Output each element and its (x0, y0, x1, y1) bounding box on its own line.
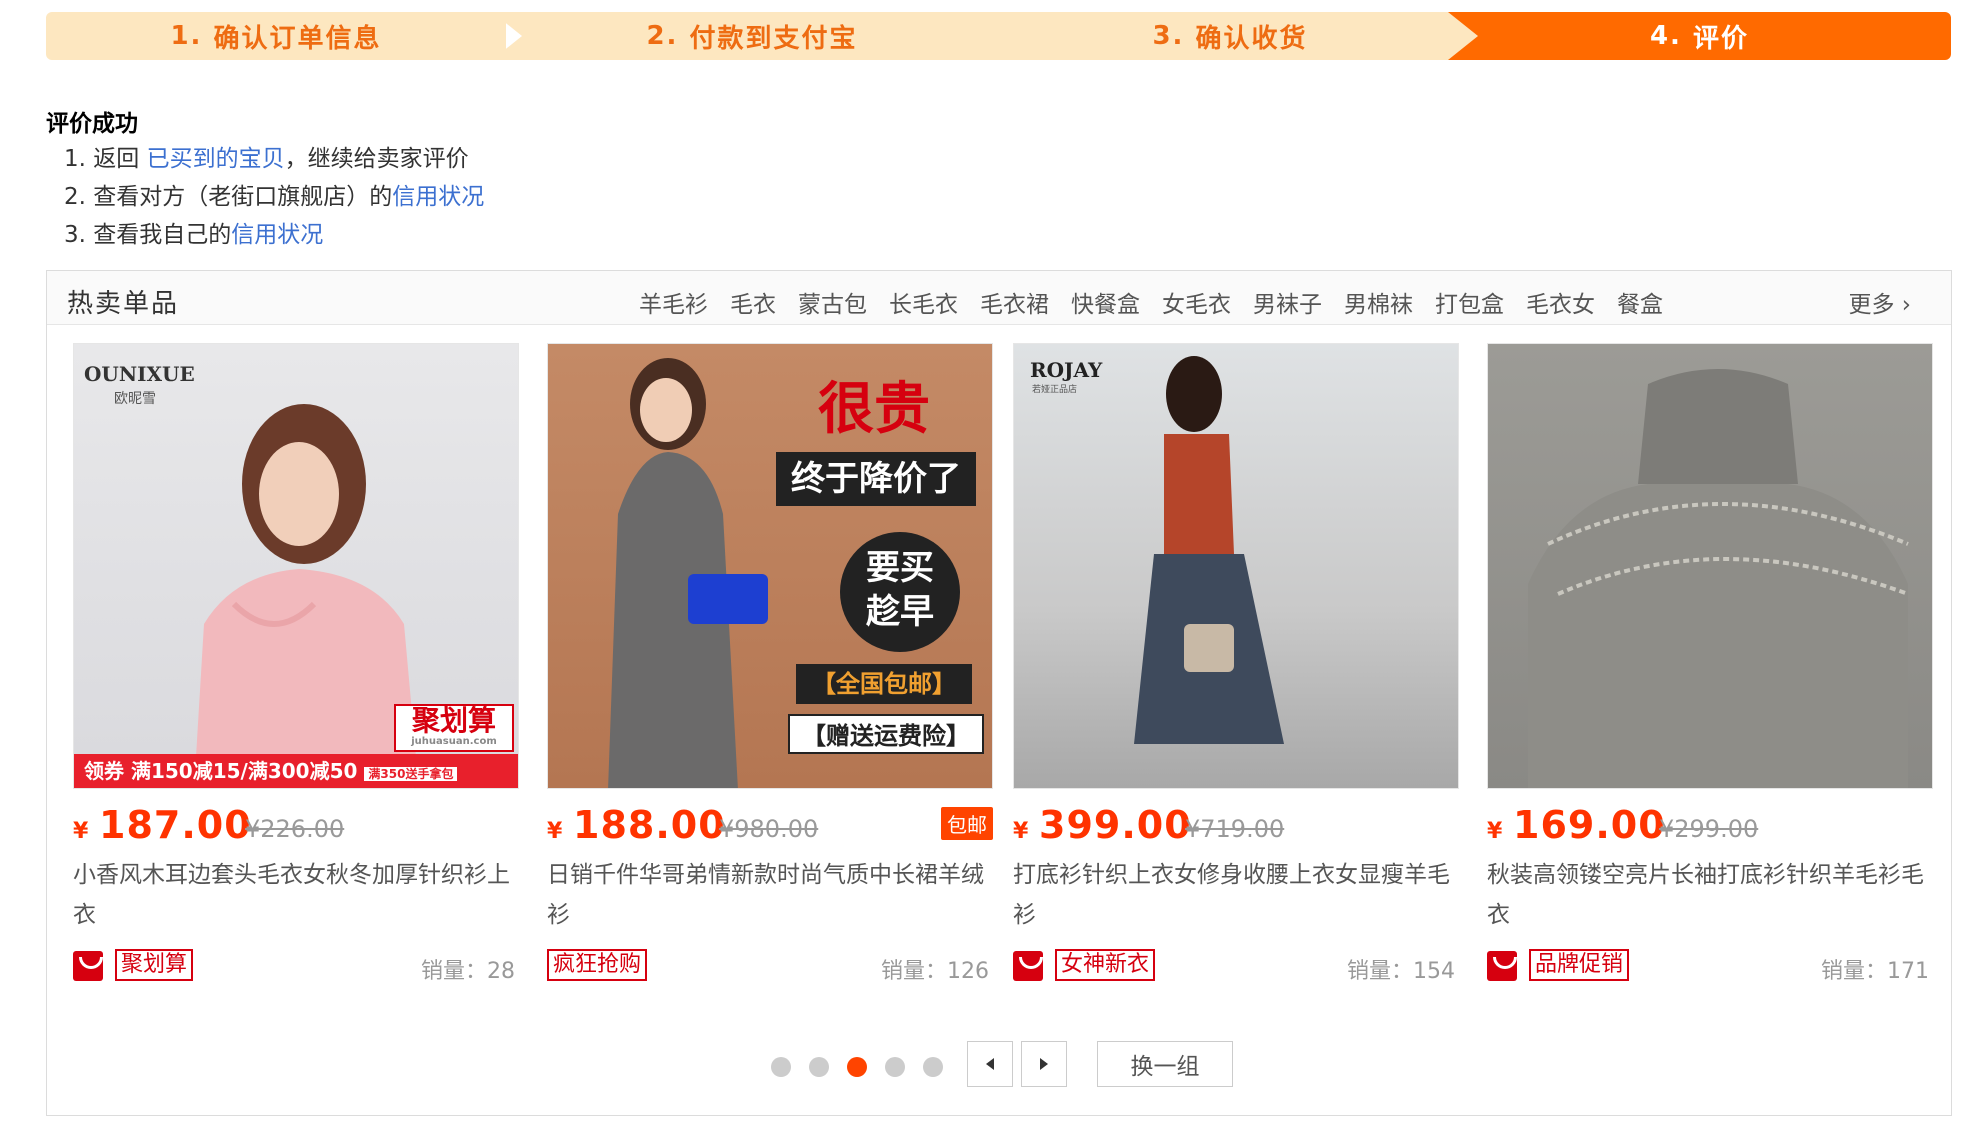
tag-link[interactable]: 男棉袜 (1344, 285, 1413, 319)
price-row: ¥ 187.00 ¥226.00 (73, 797, 519, 853)
promo-icon (1013, 951, 1043, 981)
bought-items-link[interactable]: 已买到的宝贝 (147, 146, 285, 172)
order-progress-steps: 1. 确认订单信息 2. 付款到支付宝 3. 确认收货 4. 评价 (46, 12, 1951, 60)
original-price: ¥980.00 (719, 815, 819, 843)
promo-label: 女神新衣 (1055, 949, 1156, 981)
step-confirm-receipt: 3. 确认收货 (970, 12, 1490, 60)
tag-link[interactable]: 女毛衣 (1162, 285, 1231, 319)
triangle-right-icon (1040, 1058, 1048, 1070)
hot-items-panel: 热卖单品 羊毛衫 毛衣 蒙古包 长毛衣 毛衣裙 快餐盒 女毛衣 男袜子 男棉袜 … (46, 270, 1952, 1116)
tag-link[interactable]: 蒙古包 (798, 285, 867, 319)
promo-icon (73, 951, 103, 981)
product-meta: 疯狂抢购 销量：126 (547, 947, 993, 987)
original-price: ¥299.00 (1659, 815, 1759, 843)
price-row: ¥ 399.00 ¥719.00 (1013, 797, 1459, 853)
product-image[interactable] (1487, 343, 1933, 789)
currency-symbol: ¥ (73, 819, 89, 844)
hot-items-title: 热卖单品 (67, 289, 180, 319)
product-image[interactable]: ROJAY 若娅正品店 (1013, 343, 1459, 789)
next-actions-list: 1. 返回 已买到的宝贝，继续给卖家评价 2. 查看对方（老街口旗舰店）的信用状… (64, 140, 484, 254)
step-pay-alipay: 2. 付款到支付宝 (492, 12, 1012, 60)
original-price: ¥226.00 (245, 815, 345, 843)
step-number: 4. (1649, 21, 1682, 51)
currency-symbol: ¥ (547, 819, 563, 844)
price-row: ¥ 188.00 ¥980.00 包邮 (547, 797, 993, 853)
sales-count: 销量：154 (1347, 959, 1455, 984)
step-number: 1. (170, 21, 203, 51)
product-card[interactable]: ROJAY 若娅正品店 ¥ 399.00 ¥719.00 打底衫针织上衣女修身收… (1013, 343, 1459, 987)
step-label: 确认订单信息 (213, 23, 382, 54)
price-row: ¥ 169.00 ¥299.00 (1487, 797, 1933, 853)
tag-link[interactable]: 打包盒 (1435, 285, 1504, 319)
tag-link[interactable]: 毛衣女 (1526, 285, 1595, 319)
chevron-right-icon: › (1901, 292, 1911, 318)
next-action-item: 3. 查看我自己的信用状况 (64, 222, 324, 248)
next-action-item: 1. 返回 已买到的宝贝，继续给卖家评价 (64, 146, 469, 172)
promo-label: 品牌促销 (1529, 949, 1630, 981)
hot-search-tags: 羊毛衫 毛衣 蒙古包 长毛衣 毛衣裙 快餐盒 女毛衣 男袜子 男棉袜 打包盒 毛… (639, 285, 1685, 319)
tag-link[interactable]: 羊毛衫 (639, 285, 708, 319)
product-title[interactable]: 秋装高领镂空亮片长袖打底衫针织羊毛衫毛衣 (1487, 855, 1933, 935)
page-dot-4[interactable] (885, 1057, 905, 1077)
product-meta: 聚划算 销量：28 (73, 947, 519, 987)
product-list: OUNIXUE 欧昵雪 聚划算 juhuasuan.com 领券 满150减15/… (47, 343, 1951, 993)
product-image[interactable]: 很贵 终于降价了 要买 趁早 【全国包邮】 【赠送运费险】 (547, 343, 993, 789)
hot-items-header: 热卖单品 羊毛衫 毛衣 蒙古包 长毛衣 毛衣裙 快餐盒 女毛衣 男袜子 男棉袜 … (47, 271, 1951, 325)
promo-label: 疯狂抢购 (547, 949, 648, 981)
seller-credit-link[interactable]: 信用状况 (392, 184, 484, 210)
product-card[interactable]: OUNIXUE 欧昵雪 聚划算 juhuasuan.com 领券 满150减15/… (73, 343, 519, 987)
currency-symbol: ¥ (1013, 819, 1029, 844)
product-title[interactable]: 小香风木耳边套头毛衣女秋冬加厚针织衫上衣 (73, 855, 519, 935)
page-dot-5[interactable] (923, 1057, 943, 1077)
page-dot-3-active[interactable] (847, 1057, 867, 1077)
prev-page-button[interactable] (967, 1041, 1013, 1087)
sales-count: 销量：171 (1821, 959, 1929, 984)
product-title[interactable]: 打底衫针织上衣女修身收腰上衣女显瘦羊毛衫 (1013, 855, 1459, 935)
step-label: 付款到支付宝 (689, 23, 858, 54)
carousel-pager: 换一组 (47, 1041, 1951, 1089)
product-meta: 品牌促销 销量：171 (1487, 947, 1933, 987)
sales-count: 销量：126 (881, 959, 989, 984)
price: 169.00 (1513, 803, 1666, 847)
page-dot-1[interactable] (771, 1057, 791, 1077)
price: 187.00 (99, 803, 252, 847)
price: 188.00 (573, 803, 726, 847)
original-price: ¥719.00 (1185, 815, 1285, 843)
page-dot-2[interactable] (809, 1057, 829, 1077)
product-photo-grey-turtleneck (1528, 369, 1909, 788)
product-photo-woman-red-top (1134, 356, 1284, 744)
tag-link[interactable]: 餐盒 (1617, 285, 1663, 319)
promo-icon (1487, 951, 1517, 981)
tag-link[interactable]: 快餐盒 (1071, 285, 1140, 319)
next-action-item: 2. 查看对方（老街口旗舰店）的信用状况 (64, 184, 485, 210)
product-meta: 女神新衣 销量：154 (1013, 947, 1459, 987)
step-review-current: 4. 评价 (1448, 12, 1951, 60)
sales-count: 销量：28 (421, 959, 515, 984)
triangle-left-icon (986, 1058, 994, 1070)
tag-link[interactable]: 毛衣 (730, 285, 776, 319)
product-card[interactable]: ¥ 169.00 ¥299.00 秋装高领镂空亮片长袖打底衫针织羊毛衫毛衣 品牌… (1487, 343, 1933, 987)
next-page-button[interactable] (1021, 1041, 1067, 1087)
product-title[interactable]: 日销千件华哥弟情新款时尚气质中长裙羊绒衫 (547, 855, 993, 935)
my-credit-link[interactable]: 信用状况 (231, 222, 323, 248)
more-link[interactable]: 更多 › (1848, 285, 1911, 319)
free-shipping-badge: 包邮 (941, 807, 993, 840)
swap-group-button[interactable]: 换一组 (1097, 1041, 1233, 1087)
tag-link[interactable]: 毛衣裙 (980, 285, 1049, 319)
price: 399.00 (1039, 803, 1192, 847)
step-number: 2. (646, 21, 679, 51)
step-confirm-order: 1. 确认订单信息 (46, 12, 506, 60)
tag-link[interactable]: 男袜子 (1253, 285, 1322, 319)
product-image[interactable]: OUNIXUE 欧昵雪 聚划算 juhuasuan.com 领券 满150减15/… (73, 343, 519, 789)
tag-link[interactable]: 长毛衣 (889, 285, 958, 319)
step-number: 3. (1152, 21, 1185, 51)
product-card[interactable]: 很贵 终于降价了 要买 趁早 【全国包邮】 【赠送运费险】 ¥ 188.00 ¥9… (547, 343, 993, 987)
review-success-title: 评价成功 (46, 111, 138, 137)
currency-symbol: ¥ (1487, 819, 1503, 844)
step-label: 确认收货 (1195, 23, 1308, 54)
step-label: 评价 (1693, 23, 1750, 54)
promo-label: 聚划算 (115, 949, 194, 981)
